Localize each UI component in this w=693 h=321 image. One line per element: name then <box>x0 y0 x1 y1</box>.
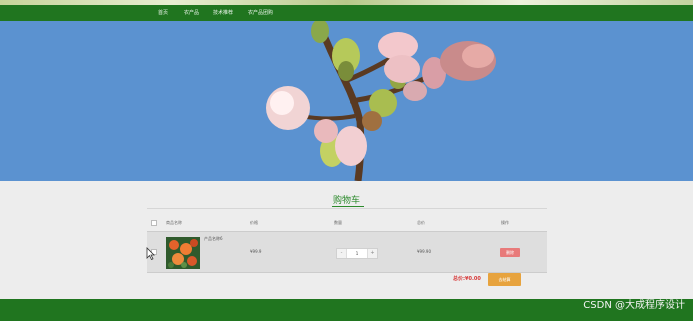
checkout-button[interactable]: 去结算 <box>488 273 521 286</box>
quantity-input[interactable]: 1 <box>346 249 368 258</box>
mouse-cursor-icon <box>146 247 155 260</box>
product-name[interactable]: 产品名称6 <box>204 236 223 242</box>
blossom-branch-illustration <box>0 21 693 181</box>
column-header-action: 操作 <box>501 220 509 225</box>
hero-banner-image <box>0 21 693 181</box>
cart-page-title: 购物车 <box>332 196 360 206</box>
cart-total: 总价:¥0.00 <box>453 276 481 283</box>
table-row: 产品名称6 ¥99.9 - 1 + ¥99.90 删除 <box>147 231 547 273</box>
nav-item-products[interactable]: 农产品 <box>184 9 199 17</box>
nav-item-group-buy[interactable]: 农产品团购 <box>248 9 273 17</box>
increment-button[interactable]: + <box>368 249 377 258</box>
row-subtotal: ¥99.90 <box>417 249 431 254</box>
nav-item-tech[interactable]: 技术推荐 <box>213 9 233 17</box>
select-all-checkbox[interactable] <box>151 220 157 226</box>
column-header-name: 商品名称 <box>166 220 182 225</box>
quantity-stepper: - 1 + <box>336 248 378 259</box>
column-header-price: 价格 <box>250 220 258 225</box>
column-header-quantity: 数量 <box>334 220 342 225</box>
product-image <box>166 237 200 269</box>
column-header-subtotal: 总价 <box>417 220 425 225</box>
total-label: 总价: <box>453 276 465 282</box>
product-thumbnail[interactable] <box>166 237 200 269</box>
main-navbar: 首页 农产品 技术推荐 农产品团购 <box>0 5 693 21</box>
cart-table-header: 商品名称 价格 数量 总价 操作 <box>147 215 547 229</box>
csdn-watermark: CSDN @大成程序设计 <box>583 300 685 311</box>
nav-item-home[interactable]: 首页 <box>158 9 168 17</box>
product-price: ¥99.9 <box>250 249 262 254</box>
decrement-button[interactable]: - <box>337 249 346 258</box>
title-underline <box>332 206 364 207</box>
total-value: ¥0.00 <box>465 276 481 282</box>
title-divider <box>147 208 547 209</box>
delete-button[interactable]: 删除 <box>500 248 520 257</box>
